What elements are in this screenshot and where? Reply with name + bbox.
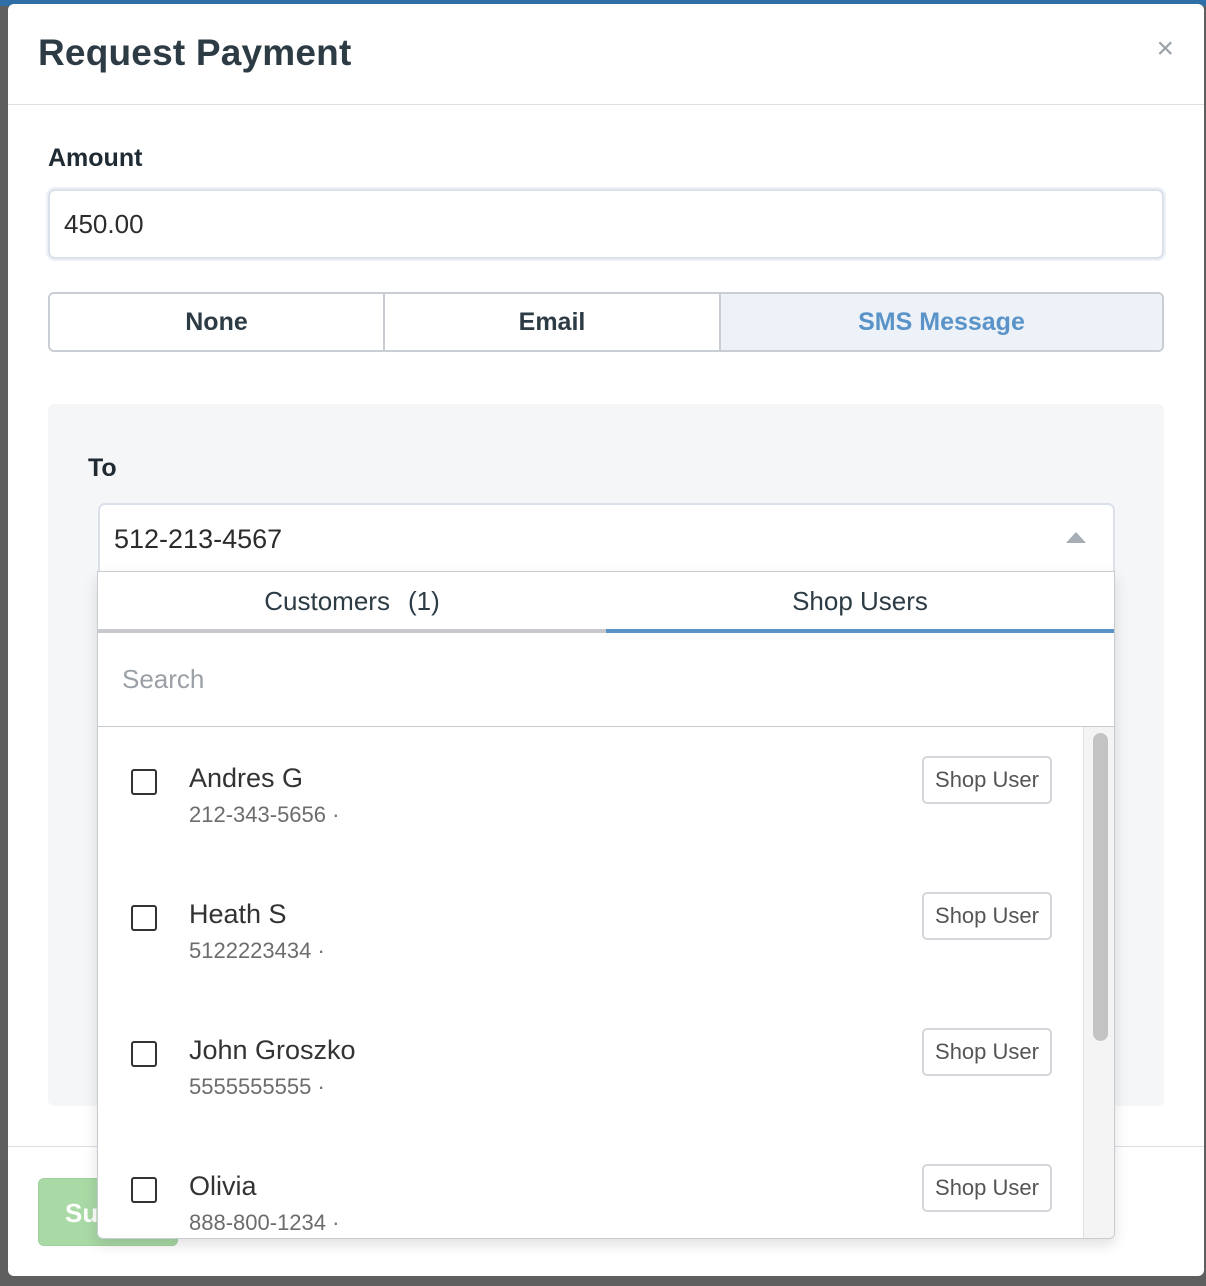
caret-up-icon[interactable] [1066,532,1086,543]
recipient-dropdown: Customers (1) Shop Users Andres G 212-34… [97,571,1115,1239]
recipient-value: 512-213-4567 [114,524,283,554]
user-phone: 212-343-5656 · [189,802,340,827]
user-name: Andres G [189,763,304,793]
modal-header: Request Payment × [8,4,1204,105]
amount-input[interactable] [48,189,1164,259]
user-checkbox[interactable] [131,1041,157,1067]
list-scrollbar[interactable] [1083,727,1114,1238]
list-item[interactable]: John Groszko 5555555555 · Shop User [98,999,1083,1135]
role-badge: Shop User [922,1164,1052,1212]
tab-customers[interactable]: Customers (1) [98,572,606,633]
tab-customers-count: (1) [407,586,440,616]
list-item[interactable]: Heath S 5122223434 · Shop User [98,863,1083,999]
role-badge: Shop User [922,756,1052,804]
delivery-email-button[interactable]: Email [385,294,721,350]
user-checkbox[interactable] [131,769,157,795]
delivery-sms-button[interactable]: SMS Message [721,294,1162,350]
list-item[interactable]: Andres G 212-343-5656 · Shop User [98,727,1083,863]
tab-shop-users-label: Shop Users [792,586,928,616]
to-label: To [88,454,117,482]
delivery-none-button[interactable]: None [50,294,385,350]
modal-title: Request Payment [38,32,352,73]
user-checkbox[interactable] [131,1177,157,1203]
tab-shop-users[interactable]: Shop Users [606,572,1114,633]
role-badge: Shop User [922,1028,1052,1076]
tab-customers-label: Customers [264,586,390,616]
shop-user-list: Andres G 212-343-5656 · Shop User Heath … [98,727,1083,1238]
scrollbar-thumb[interactable] [1093,733,1108,1041]
user-name: John Groszko [189,1035,356,1065]
user-phone: 5122223434 · [189,938,325,963]
role-badge: Shop User [922,892,1052,940]
user-checkbox[interactable] [131,905,157,931]
user-phone: 5555555555 · [189,1074,325,1099]
recipient-tabs: Customers (1) Shop Users [98,572,1114,633]
recipient-select[interactable]: 512-213-4567 [98,503,1115,573]
delivery-method-selector: None Email SMS Message [48,292,1164,352]
amount-label: Amount [48,144,143,172]
user-phone: 888-800-1234 · [189,1210,340,1235]
user-name: Olivia [189,1171,257,1201]
list-item[interactable]: Olivia 888-800-1234 · Shop User [98,1135,1083,1238]
close-icon[interactable]: × [1156,34,1174,64]
user-name: Heath S [189,899,287,929]
search-input[interactable] [98,633,1114,727]
